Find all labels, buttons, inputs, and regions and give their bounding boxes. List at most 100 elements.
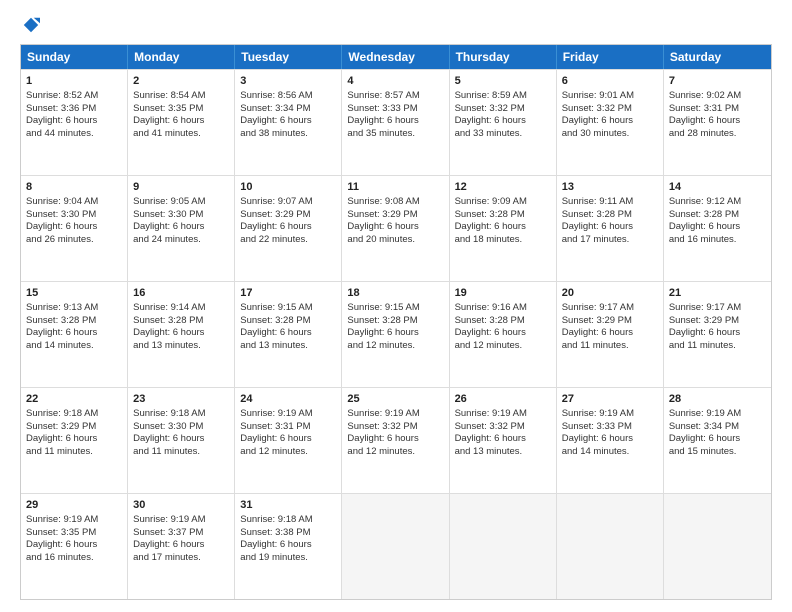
day-number: 15 (26, 286, 122, 301)
cal-cell-empty (342, 494, 449, 599)
cell-line: Daylight: 6 hours (133, 327, 229, 340)
cell-line: Daylight: 6 hours (347, 221, 443, 234)
cell-line: Sunset: 3:31 PM (669, 103, 766, 116)
weekday-header-wednesday: Wednesday (342, 45, 449, 69)
cal-cell-empty (450, 494, 557, 599)
cal-cell-6: 6Sunrise: 9:01 AMSunset: 3:32 PMDaylight… (557, 70, 664, 175)
cell-line: Sunrise: 9:19 AM (455, 408, 551, 421)
cell-line: Daylight: 6 hours (669, 115, 766, 128)
cell-line: and 11 minutes. (26, 446, 122, 459)
cell-line: Sunrise: 9:19 AM (347, 408, 443, 421)
cell-line: Daylight: 6 hours (562, 433, 658, 446)
cell-line: Daylight: 6 hours (26, 539, 122, 552)
cal-row-3: 15Sunrise: 9:13 AMSunset: 3:28 PMDayligh… (21, 281, 771, 387)
day-number: 24 (240, 392, 336, 407)
page: SundayMondayTuesdayWednesdayThursdayFrid… (0, 0, 792, 612)
cell-line: Sunrise: 9:07 AM (240, 196, 336, 209)
cal-cell-30: 30Sunrise: 9:19 AMSunset: 3:37 PMDayligh… (128, 494, 235, 599)
cal-cell-10: 10Sunrise: 9:07 AMSunset: 3:29 PMDayligh… (235, 176, 342, 281)
cal-cell-31: 31Sunrise: 9:18 AMSunset: 3:38 PMDayligh… (235, 494, 342, 599)
cell-line: Sunset: 3:34 PM (669, 421, 766, 434)
cell-line: and 44 minutes. (26, 128, 122, 141)
cal-cell-26: 26Sunrise: 9:19 AMSunset: 3:32 PMDayligh… (450, 388, 557, 493)
day-number: 12 (455, 180, 551, 195)
cell-line: Daylight: 6 hours (669, 221, 766, 234)
cell-line: Sunset: 3:30 PM (133, 209, 229, 222)
cell-line: Sunset: 3:28 PM (26, 315, 122, 328)
cell-line: Daylight: 6 hours (562, 221, 658, 234)
cal-cell-19: 19Sunrise: 9:16 AMSunset: 3:28 PMDayligh… (450, 282, 557, 387)
cell-line: Sunrise: 9:13 AM (26, 302, 122, 315)
cal-cell-21: 21Sunrise: 9:17 AMSunset: 3:29 PMDayligh… (664, 282, 771, 387)
day-number: 17 (240, 286, 336, 301)
cell-line: Sunrise: 9:18 AM (26, 408, 122, 421)
cell-line: and 35 minutes. (347, 128, 443, 141)
cell-line: Sunrise: 8:56 AM (240, 90, 336, 103)
cell-line: and 13 minutes. (455, 446, 551, 459)
cell-line: Sunrise: 9:04 AM (26, 196, 122, 209)
cell-line: Sunrise: 9:08 AM (347, 196, 443, 209)
cal-row-5: 29Sunrise: 9:19 AMSunset: 3:35 PMDayligh… (21, 493, 771, 599)
day-number: 18 (347, 286, 443, 301)
cell-line: Daylight: 6 hours (240, 539, 336, 552)
header (20, 16, 772, 34)
cell-line: and 22 minutes. (240, 234, 336, 247)
cell-line: Sunrise: 9:18 AM (240, 514, 336, 527)
cell-line: and 17 minutes. (133, 552, 229, 565)
cell-line: and 17 minutes. (562, 234, 658, 247)
cell-line: Daylight: 6 hours (240, 115, 336, 128)
day-number: 4 (347, 74, 443, 89)
cell-line: Daylight: 6 hours (562, 327, 658, 340)
cell-line: and 20 minutes. (347, 234, 443, 247)
cell-line: Sunrise: 9:19 AM (562, 408, 658, 421)
logo-icon (22, 16, 40, 34)
cell-line: and 11 minutes. (669, 340, 766, 353)
cal-cell-25: 25Sunrise: 9:19 AMSunset: 3:32 PMDayligh… (342, 388, 449, 493)
day-number: 25 (347, 392, 443, 407)
cell-line: Sunrise: 9:01 AM (562, 90, 658, 103)
day-number: 14 (669, 180, 766, 195)
cell-line: Sunrise: 8:57 AM (347, 90, 443, 103)
cell-line: Sunrise: 9:19 AM (26, 514, 122, 527)
cell-line: Sunset: 3:29 PM (669, 315, 766, 328)
cell-line: Sunset: 3:28 PM (240, 315, 336, 328)
cell-line: Sunset: 3:28 PM (669, 209, 766, 222)
day-number: 21 (669, 286, 766, 301)
calendar-body: 1Sunrise: 8:52 AMSunset: 3:36 PMDaylight… (21, 69, 771, 599)
cell-line: Sunrise: 8:54 AM (133, 90, 229, 103)
cell-line: Sunset: 3:30 PM (133, 421, 229, 434)
cell-line: Sunrise: 8:52 AM (26, 90, 122, 103)
cell-line: Sunset: 3:36 PM (26, 103, 122, 116)
cell-line: Sunrise: 9:18 AM (133, 408, 229, 421)
cell-line: Sunrise: 9:15 AM (240, 302, 336, 315)
cell-line: Sunset: 3:32 PM (347, 421, 443, 434)
cell-line: and 30 minutes. (562, 128, 658, 141)
cell-line: Sunset: 3:30 PM (26, 209, 122, 222)
cal-cell-3: 3Sunrise: 8:56 AMSunset: 3:34 PMDaylight… (235, 70, 342, 175)
cal-cell-12: 12Sunrise: 9:09 AMSunset: 3:28 PMDayligh… (450, 176, 557, 281)
cell-line: Sunset: 3:32 PM (455, 421, 551, 434)
cal-cell-17: 17Sunrise: 9:15 AMSunset: 3:28 PMDayligh… (235, 282, 342, 387)
day-number: 9 (133, 180, 229, 195)
cell-line: and 12 minutes. (347, 446, 443, 459)
cell-line: Sunrise: 9:02 AM (669, 90, 766, 103)
cell-line: Daylight: 6 hours (240, 433, 336, 446)
cal-cell-24: 24Sunrise: 9:19 AMSunset: 3:31 PMDayligh… (235, 388, 342, 493)
cell-line: and 12 minutes. (347, 340, 443, 353)
cell-line: and 11 minutes. (562, 340, 658, 353)
weekday-header-friday: Friday (557, 45, 664, 69)
weekday-header-saturday: Saturday (664, 45, 771, 69)
cal-cell-16: 16Sunrise: 9:14 AMSunset: 3:28 PMDayligh… (128, 282, 235, 387)
day-number: 29 (26, 498, 122, 513)
day-number: 11 (347, 180, 443, 195)
weekday-header-tuesday: Tuesday (235, 45, 342, 69)
cal-cell-13: 13Sunrise: 9:11 AMSunset: 3:28 PMDayligh… (557, 176, 664, 281)
day-number: 20 (562, 286, 658, 301)
day-number: 1 (26, 74, 122, 89)
cell-line: Daylight: 6 hours (26, 115, 122, 128)
cal-cell-1: 1Sunrise: 8:52 AMSunset: 3:36 PMDaylight… (21, 70, 128, 175)
day-number: 30 (133, 498, 229, 513)
day-number: 5 (455, 74, 551, 89)
cell-line: Sunrise: 9:12 AM (669, 196, 766, 209)
cell-line: and 38 minutes. (240, 128, 336, 141)
